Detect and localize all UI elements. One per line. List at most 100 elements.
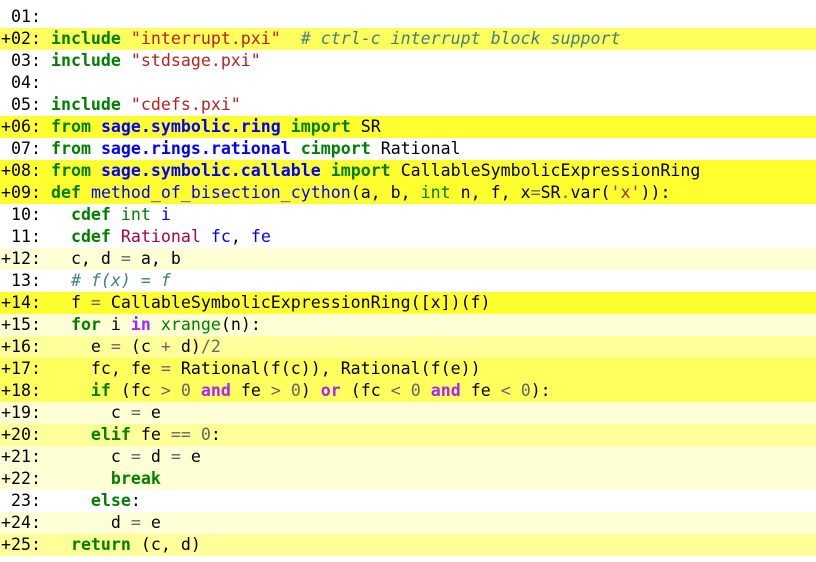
keyword: break [110,469,161,488]
code-text: ): [530,381,551,400]
identifier: fc [210,227,231,246]
operator-keyword: and [430,381,461,400]
code-line[interactable]: +17: fc, fe = Rational(f(c)), Rational(f… [0,358,816,380]
line-number: +09: [1,183,41,202]
code-line[interactable]: +16: e = (c + d)/2 [0,336,816,358]
code-line[interactable]: +06: from sage.symbolic.ring import SR [0,116,816,138]
operator: = [130,447,141,466]
operator: = [530,183,541,202]
keyword: from [50,117,91,136]
line-number: +16: [1,337,41,356]
line-number: 03: [1,51,41,70]
operator: = [90,293,101,312]
code-text: c [40,447,131,466]
code-line[interactable]: 11: cdef Rational fc, fe [0,226,816,248]
code-line[interactable]: 07: from sage.rings.rational cimport Rat… [0,138,816,160]
annotated-code-listing: 01: +02: include "interrupt.pxi" # ctrl-c… [0,0,816,562]
line-number: 05: [1,95,41,114]
code-text: e [140,513,161,532]
operator: = [170,447,181,466]
code-line[interactable]: +25: return (c, d) [0,534,816,556]
builtin-name: xrange [160,315,221,334]
module-name: sage.symbolic.ring [100,117,281,136]
code-line[interactable]: +15: for i in xrange(n): [0,314,816,336]
line-number: +20: [1,425,41,444]
operator: = [110,337,121,356]
keyword: from [50,139,91,158]
code-line[interactable]: +20: elif fe == 0: [0,424,816,446]
code-text: Rational(f(c)), Rational(f(e)) [170,359,481,378]
code-line[interactable]: +21: c = d = e [0,446,816,468]
code-line[interactable]: +02: include "interrupt.pxi" # ctrl-c in… [0,28,816,50]
code-text: a, b [130,249,181,268]
code-line[interactable]: +09: def method_of_bisection_cython(a, b… [0,182,816,204]
line-number: 13: [1,271,41,290]
code-line[interactable]: 04: [0,72,816,94]
operator-keyword: in [130,315,151,334]
code-text: fe [230,381,271,400]
code-line[interactable]: +22: break [0,468,816,490]
line-number: +14: [1,293,41,312]
keyword: return [70,535,131,554]
code-text: e [40,337,111,356]
number-literal: 0 [290,381,301,400]
code-text: c, d [40,249,121,268]
line-number: +25: [1,535,41,554]
keyword: import [330,161,391,180]
code-text: (a, b, [350,183,421,202]
code-line[interactable]: +12: c, d = a, b [0,248,816,270]
code-text: , [230,227,251,246]
code-line[interactable]: 10: cdef int i [0,204,816,226]
number-literal: 0 [200,425,211,444]
line-number: +21: [1,447,41,466]
code-text: : [130,491,141,510]
code-line[interactable]: +08: from sage.symbolic.callable import … [0,160,816,182]
code-line[interactable]: 03: include "stdsage.pxi" [0,50,816,72]
code-text: (fc [340,381,391,400]
code-line[interactable]: 05: include "cdefs.pxi" [0,94,816,116]
line-number: +08: [1,161,41,180]
type-name: Rational [120,227,201,246]
keyword: include [50,51,121,70]
code-line[interactable]: 13: # f(x) = f [0,270,816,292]
identifier: i [160,205,171,224]
code-line[interactable]: +14: f = CallableSymbolicExpressionRing(… [0,292,816,314]
code-line[interactable]: +18: if (fc > 0 and fe > 0) or (fc < 0 a… [0,380,816,402]
line-number: 07: [1,139,41,158]
line-number: 10: [1,205,41,224]
code-line[interactable]: +24: d = e [0,512,816,534]
keyword: elif [90,425,131,444]
code-line[interactable]: 01: [0,6,816,28]
code-text: d) [170,337,201,356]
operator: + [160,337,171,356]
code-line[interactable]: 23: else: [0,490,816,512]
builtin-name: int [120,205,151,224]
operator-keyword: or [320,381,341,400]
code-text: (fc [110,381,161,400]
operator: == [170,425,191,444]
code-text: var( [570,183,611,202]
operator: < [500,381,511,400]
code-line[interactable]: +19: c = e [0,402,816,424]
